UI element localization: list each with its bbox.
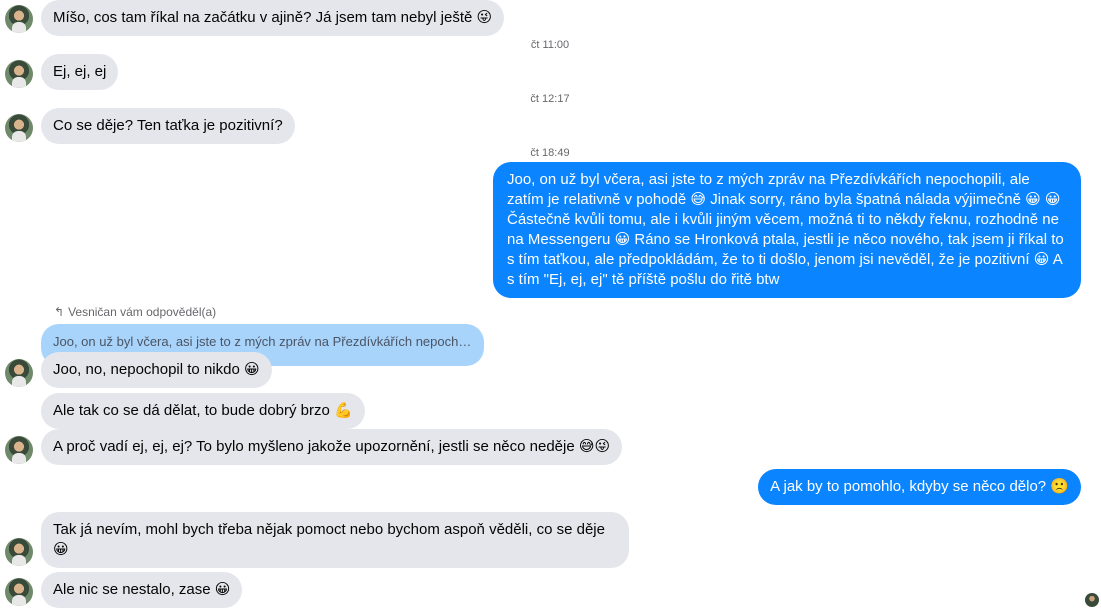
- message-incoming[interactable]: Míšo, cos tam říkal na začátku v ajině? …: [41, 0, 505, 36]
- reply-icon: ↰: [54, 305, 65, 319]
- avatar[interactable]: [5, 60, 33, 88]
- message-outgoing[interactable]: Joo, on už byl včera, asi jste to z mých…: [493, 162, 1081, 298]
- timestamp: čt 11:00: [530, 39, 570, 51]
- message-outgoing[interactable]: A jak by to pomohlo, kdyby se něco dělo?…: [758, 469, 1081, 505]
- reply-indicator: ↰ Vesničan vám odpověděl(a): [54, 305, 216, 319]
- message-incoming[interactable]: Ej, ej, ej: [41, 54, 119, 90]
- avatar[interactable]: [5, 114, 33, 142]
- message-incoming[interactable]: A proč vadí ej, ej, ej? To bylo myšleno …: [41, 429, 623, 465]
- message-incoming[interactable]: Tak já nevím, mohl bych třeba nějak pomo…: [41, 512, 629, 568]
- message-incoming[interactable]: Co se děje? Ten taťka je pozitivní?: [41, 108, 295, 144]
- avatar[interactable]: [5, 436, 33, 464]
- timestamp: čt 18:49: [530, 147, 570, 159]
- message-incoming[interactable]: Joo, no, nepochopil to nikdo 😀: [41, 352, 272, 388]
- message-incoming[interactable]: Ale nic se nestalo, zase 😀: [41, 572, 243, 608]
- message-incoming[interactable]: Ale tak co se dá dělat, to bude dobrý br…: [41, 393, 365, 429]
- reply-label-text: Vesničan vám odpověděl(a): [68, 305, 217, 319]
- timestamp: čt 12:17: [530, 93, 570, 105]
- avatar[interactable]: [5, 5, 33, 33]
- avatar[interactable]: [5, 578, 33, 606]
- seen-avatar: [1085, 593, 1099, 607]
- avatar[interactable]: [5, 359, 33, 387]
- avatar[interactable]: [5, 538, 33, 566]
